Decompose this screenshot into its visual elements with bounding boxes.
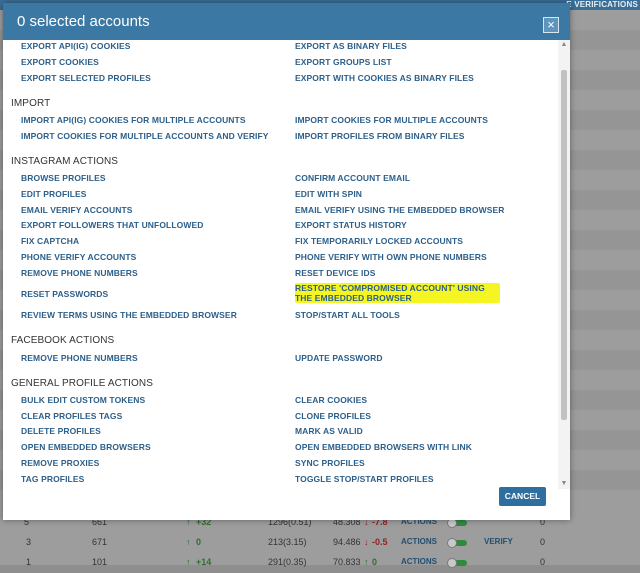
action-export-api-cookies[interactable]: EXPORT API(IG) COOKIES [21, 41, 131, 51]
action-open-embedded-browsers[interactable]: OPEN EMBEDDED BROWSERS [21, 442, 151, 452]
action-email-verify-accounts[interactable]: EMAIL VERIFY ACCOUNTS [21, 205, 133, 215]
cancel-button[interactable]: CANCEL [499, 487, 546, 506]
action-export-selected-profiles[interactable]: EXPORT SELECTED PROFILES [21, 73, 151, 83]
row-cell: 0 [540, 557, 546, 567]
action-export-status-history[interactable]: EXPORT STATUS HISTORY [295, 220, 407, 230]
action-import-profiles-binary[interactable]: IMPORT PROFILES FROM BINARY FILES [295, 131, 465, 141]
close-icon[interactable]: × [543, 17, 559, 33]
action-open-embedded-browsers-link[interactable]: OPEN EMBEDDED BROWSERS WITH LINK [295, 442, 472, 452]
row-cell: 94.486 [333, 537, 361, 547]
action-toggle-stop-start-profiles[interactable]: TOGGLE STOP/START PROFILES [295, 474, 434, 484]
modal-header: 0 selected accounts × [3, 3, 570, 40]
action-import-cookies-verify[interactable]: IMPORT COOKIES FOR MULTIPLE ACCOUNTS AND… [21, 131, 269, 141]
action-sync-profiles[interactable]: SYNC PROFILES [295, 458, 365, 468]
row-toggle[interactable] [447, 558, 467, 568]
action-export-groups-list[interactable]: EXPORT GROUPS LIST [295, 57, 392, 67]
action-import-api-cookies-multiple[interactable]: IMPORT API(IG) COOKIES FOR MULTIPLE ACCO… [21, 115, 246, 125]
action-fb-update-password[interactable]: UPDATE PASSWORD [295, 353, 383, 363]
row-cell: 1 [26, 557, 32, 567]
action-review-terms-embedded[interactable]: REVIEW TERMS USING THE EMBEDDED BROWSER [21, 310, 237, 320]
row-cell: 213(3.15) [268, 537, 307, 547]
row-cell: +14 [196, 557, 212, 567]
action-browse-profiles[interactable]: BROWSE PROFILES [21, 173, 106, 183]
action-export-followers-unfollowed[interactable]: EXPORT FOLLOWERS THAT UNFOLLOWED [21, 220, 203, 230]
section-title-import: IMPORT [11, 98, 51, 109]
bulk-actions-modal: 0 selected accounts × EXPORT API(IG) COO… [3, 3, 570, 520]
action-export-as-binary-files[interactable]: EXPORT AS BINARY FILES [295, 41, 407, 51]
action-remove-phone-numbers[interactable]: REMOVE PHONE NUMBERS [21, 268, 138, 278]
action-edit-profiles[interactable]: EDIT PROFILES [21, 189, 87, 199]
row-actions-link[interactable]: ACTIONS [401, 537, 437, 546]
scrollbar-thumb[interactable] [561, 70, 567, 420]
action-export-cookies[interactable]: EXPORT COOKIES [21, 57, 99, 67]
row-cell: 291(0.35) [268, 557, 307, 567]
action-restore-compromised-account[interactable]: RESTORE 'COMPROMISED ACCOUNT' USING THE … [295, 283, 500, 303]
action-edit-with-spin[interactable]: EDIT WITH SPIN [295, 189, 362, 199]
row-cell: 0 [540, 537, 546, 547]
row-cell: 671 [92, 537, 108, 547]
action-fb-remove-phone-numbers[interactable]: REMOVE PHONE NUMBERS [21, 353, 138, 363]
row-toggle[interactable] [447, 538, 467, 548]
action-clone-profiles[interactable]: CLONE PROFILES [295, 411, 371, 421]
scroll-down-icon[interactable]: ▼ [558, 479, 570, 489]
scroll-up-icon[interactable]: ▲ [558, 40, 570, 50]
down-arrow-icon: ↓ [364, 537, 369, 547]
action-reset-passwords[interactable]: RESET PASSWORDS [21, 289, 108, 299]
section-title-general: GENERAL PROFILE ACTIONS [11, 378, 153, 389]
row-cell: 101 [92, 557, 108, 567]
action-phone-verify-own-numbers[interactable]: PHONE VERIFY WITH OWN PHONE NUMBERS [295, 252, 487, 262]
modal-scrollbar[interactable]: ▲ ▼ [558, 40, 570, 489]
up-arrow-icon: ↑ [364, 557, 369, 567]
modal-content: EXPORT API(IG) COOKIES EXPORT AS BINARY … [3, 40, 556, 520]
action-confirm-account-email[interactable]: CONFIRM ACCOUNT EMAIL [295, 173, 410, 183]
up-arrow-icon: ↑ [186, 557, 191, 567]
action-email-verify-embedded[interactable]: EMAIL VERIFY USING THE EMBEDDED BROWSER [295, 205, 505, 215]
action-fix-captcha[interactable]: FIX CAPTCHA [21, 236, 79, 246]
action-export-with-cookies-binary[interactable]: EXPORT WITH COOKIES AS BINARY FILES [295, 73, 474, 83]
section-title-instagram: INSTAGRAM ACTIONS [11, 156, 119, 167]
action-delete-profiles[interactable]: DELETE PROFILES [21, 426, 101, 436]
verifications-column-header: E VERIFICATIONS [566, 0, 638, 9]
action-clear-profiles-tags[interactable]: CLEAR PROFILES TAGS [21, 411, 122, 421]
action-bulk-edit-custom-tokens[interactable]: BULK EDIT CUSTOM TOKENS [21, 395, 145, 405]
modal-title: 0 selected accounts [17, 13, 150, 30]
action-reset-device-ids[interactable]: RESET DEVICE IDS [295, 268, 375, 278]
row-cell: -0.5 [372, 537, 388, 547]
row-cell: 0 [196, 537, 202, 547]
row-verify-link[interactable]: VERIFY [484, 537, 513, 546]
action-stop-start-all-tools[interactable]: STOP/START ALL TOOLS [295, 310, 400, 320]
table-row[interactable]: 1 101 ↑ +14 291(0.35) 70.833 ↑ 0 ACTIONS… [0, 553, 640, 573]
row-cell: 3 [26, 537, 32, 547]
action-phone-verify-accounts[interactable]: PHONE VERIFY ACCOUNTS [21, 252, 136, 262]
row-cell: 70.833 [333, 557, 361, 567]
action-clear-cookies[interactable]: CLEAR COOKIES [295, 395, 367, 405]
row-cell: 0 [372, 557, 378, 567]
action-import-cookies-multiple[interactable]: IMPORT COOKIES FOR MULTIPLE ACCOUNTS [295, 115, 488, 125]
up-arrow-icon: ↑ [186, 537, 191, 547]
action-fix-locked-accounts[interactable]: FIX TEMPORARILY LOCKED ACCOUNTS [295, 236, 463, 246]
section-title-facebook: FACEBOOK ACTIONS [11, 335, 115, 346]
action-mark-as-valid[interactable]: MARK AS VALID [295, 426, 363, 436]
action-remove-proxies[interactable]: REMOVE PROXIES [21, 458, 99, 468]
table-row[interactable]: 3 671 ↑ 0 213(3.15) 94.486 ↓ -0.5 ACTION… [0, 533, 640, 553]
action-tag-profiles[interactable]: TAG PROFILES [21, 474, 84, 484]
